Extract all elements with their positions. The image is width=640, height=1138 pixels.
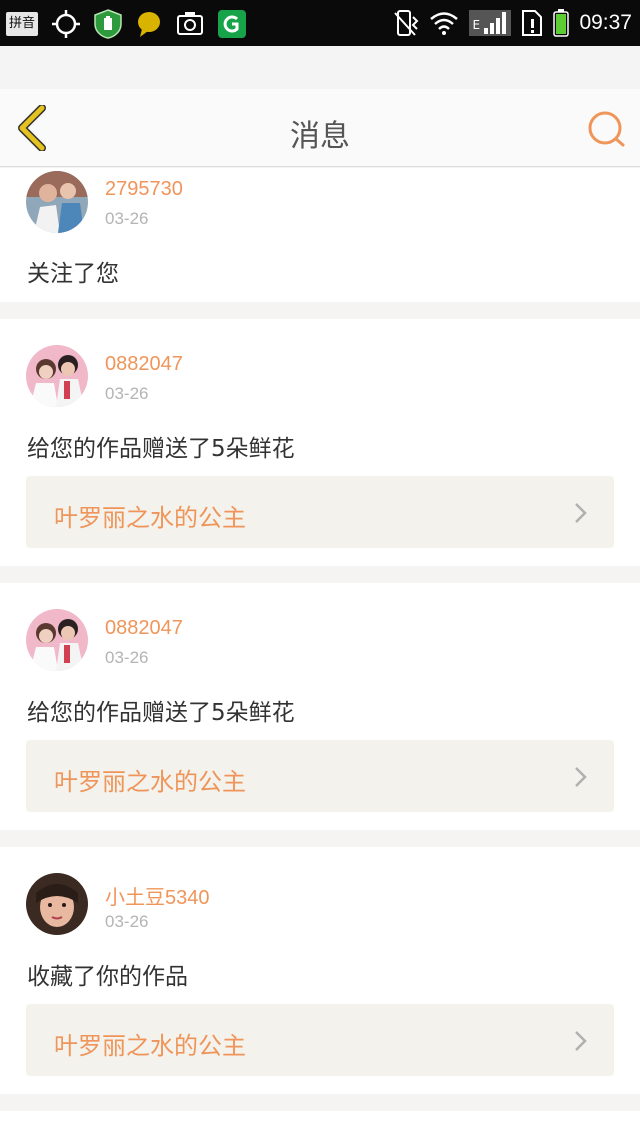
- username[interactable]: 2795730: [105, 178, 183, 201]
- work-link[interactable]: 叶罗丽之水的公主: [26, 740, 614, 812]
- message-text: 给您的作品赠送了5朵鲜花: [27, 436, 295, 462]
- vibrate-icon: [394, 10, 419, 36]
- message-card[interactable]: 2795730 03-26 关注了您: [0, 168, 640, 302]
- chevron-right-icon: [575, 1031, 587, 1051]
- message-date: 03-26: [105, 384, 149, 403]
- avatar-photo: [26, 873, 88, 935]
- work-title: 叶罗丽之水的公主: [54, 768, 246, 796]
- shield-icon: [94, 9, 122, 39]
- username[interactable]: 小土豆5340: [105, 881, 210, 910]
- message-date: 03-26: [105, 648, 149, 667]
- message-text: 关注了您: [27, 261, 119, 287]
- username[interactable]: 0882047: [105, 353, 183, 376]
- signal-bars-icon: [484, 12, 507, 34]
- avatar-photo: [26, 609, 88, 671]
- top-spacer: [0, 46, 640, 89]
- search-icon: [588, 111, 625, 147]
- status-bar: 拼音 E 09:37: [0, 0, 640, 46]
- app-notification-icon: [218, 10, 246, 38]
- message-text: 给您的作品赠送了5朵鲜花: [27, 700, 295, 726]
- app-header: 消息: [0, 89, 640, 167]
- avatar-photo: [26, 171, 88, 233]
- avatar-photo: [26, 345, 88, 407]
- work-title: 叶罗丽之水的公主: [54, 1032, 246, 1060]
- message-date: 03-26: [105, 912, 149, 931]
- network-type-label: E: [472, 18, 481, 32]
- work-title: 叶罗丽之水的公主: [54, 504, 246, 532]
- avatar[interactable]: [26, 171, 88, 233]
- avatar[interactable]: [26, 345, 88, 407]
- message-text: 收藏了你的作品: [27, 964, 188, 990]
- username[interactable]: 0882047: [105, 617, 183, 640]
- message-card[interactable]: 小土豆5340 03-26 收藏了你的作品 叶罗丽之水的公主: [0, 847, 640, 1094]
- message-card-partial[interactable]: [0, 1111, 640, 1138]
- battery-icon: [553, 9, 570, 37]
- avatar[interactable]: [26, 873, 88, 935]
- chevron-right-icon: [575, 767, 587, 787]
- message-card[interactable]: 0882047 03-26 给您的作品赠送了5朵鲜花 叶罗丽之水的公主: [0, 583, 640, 830]
- clock: 09:37: [579, 11, 632, 34]
- sim-alert-icon: [522, 10, 543, 36]
- signal-indicator: E: [469, 10, 512, 36]
- input-method-indicator: 拼音: [6, 12, 38, 36]
- work-link[interactable]: 叶罗丽之水的公主: [26, 476, 614, 548]
- work-link[interactable]: 叶罗丽之水的公主: [26, 1004, 614, 1076]
- chevron-right-icon: [575, 503, 587, 523]
- wifi-icon: [430, 12, 459, 35]
- message-date: 03-26: [105, 209, 149, 228]
- avatar[interactable]: [26, 609, 88, 671]
- message-card[interactable]: 0882047 03-26 给您的作品赠送了5朵鲜花 叶罗丽之水的公主: [0, 319, 640, 566]
- screenshot-icon: [177, 12, 203, 35]
- search-button[interactable]: [586, 109, 626, 149]
- chat-bubble-icon: [138, 12, 160, 37]
- page-title: 消息: [290, 119, 350, 154]
- gps-icon: [52, 10, 80, 38]
